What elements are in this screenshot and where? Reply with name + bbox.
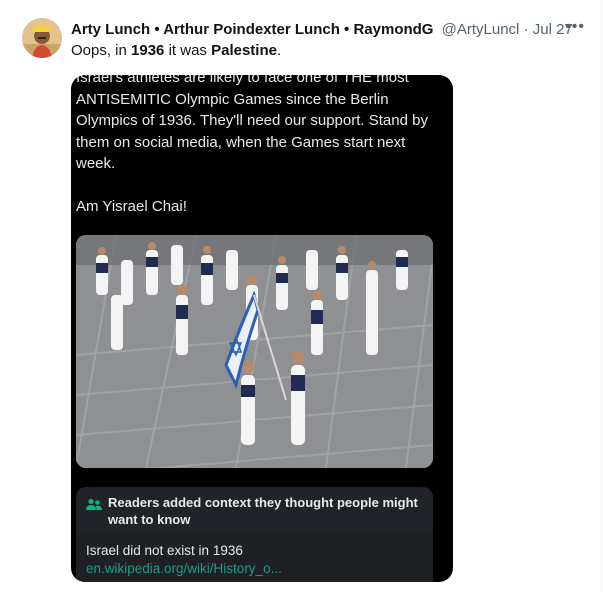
community-note[interactable]: Readers added context they thought peopl… bbox=[76, 487, 433, 582]
quoted-media-card[interactable]: Israel's athletes are likely to face one… bbox=[71, 75, 453, 582]
tweet-text-year: 1936 bbox=[131, 42, 165, 59]
quoted-paragraph: Israel's athletes are likely to face one… bbox=[76, 75, 428, 172]
community-note-header: Readers added context they thought peopl… bbox=[76, 487, 433, 534]
display-name[interactable]: Arty Lunch • Arthur Poindexter Lunch • R… bbox=[71, 21, 433, 38]
tweet-text-part: Oops, in bbox=[71, 42, 132, 59]
tweet-text-part: it was bbox=[164, 42, 212, 59]
tweet-text-place: Palestine bbox=[211, 42, 277, 59]
tweet-header: Arty Lunch • Arthur Poindexter Lunch • R… bbox=[71, 18, 601, 41]
olympic-parade-photo[interactable] bbox=[76, 235, 433, 468]
right-divider bbox=[601, 0, 602, 592]
ellipsis-icon[interactable]: ••• bbox=[565, 18, 585, 36]
tweet-text-part: . bbox=[276, 42, 282, 59]
community-note-title: Readers added context they thought peopl… bbox=[108, 495, 418, 527]
avatar[interactable] bbox=[22, 18, 62, 58]
handle-text[interactable]: @ArtyLuncl bbox=[442, 21, 520, 38]
community-note-text: Israel did not exist in 1936 bbox=[86, 543, 243, 558]
separator-dot: · bbox=[523, 21, 529, 38]
tweet-text: Oops, in 1936 it was Palestine. bbox=[71, 41, 281, 61]
people-icon bbox=[86, 498, 102, 512]
quoted-text: Israel's athletes are likely to face one… bbox=[76, 75, 446, 218]
community-note-body: Israel did not exist in 1936 en.wikipedi… bbox=[86, 542, 426, 578]
user-handle[interactable]: @ArtyLuncl · Jul 27 bbox=[442, 21, 573, 38]
community-note-link[interactable]: en.wikipedia.org/wiki/History_o... bbox=[86, 561, 282, 576]
quoted-paragraph: Am Yisrael Chai! bbox=[76, 198, 187, 215]
